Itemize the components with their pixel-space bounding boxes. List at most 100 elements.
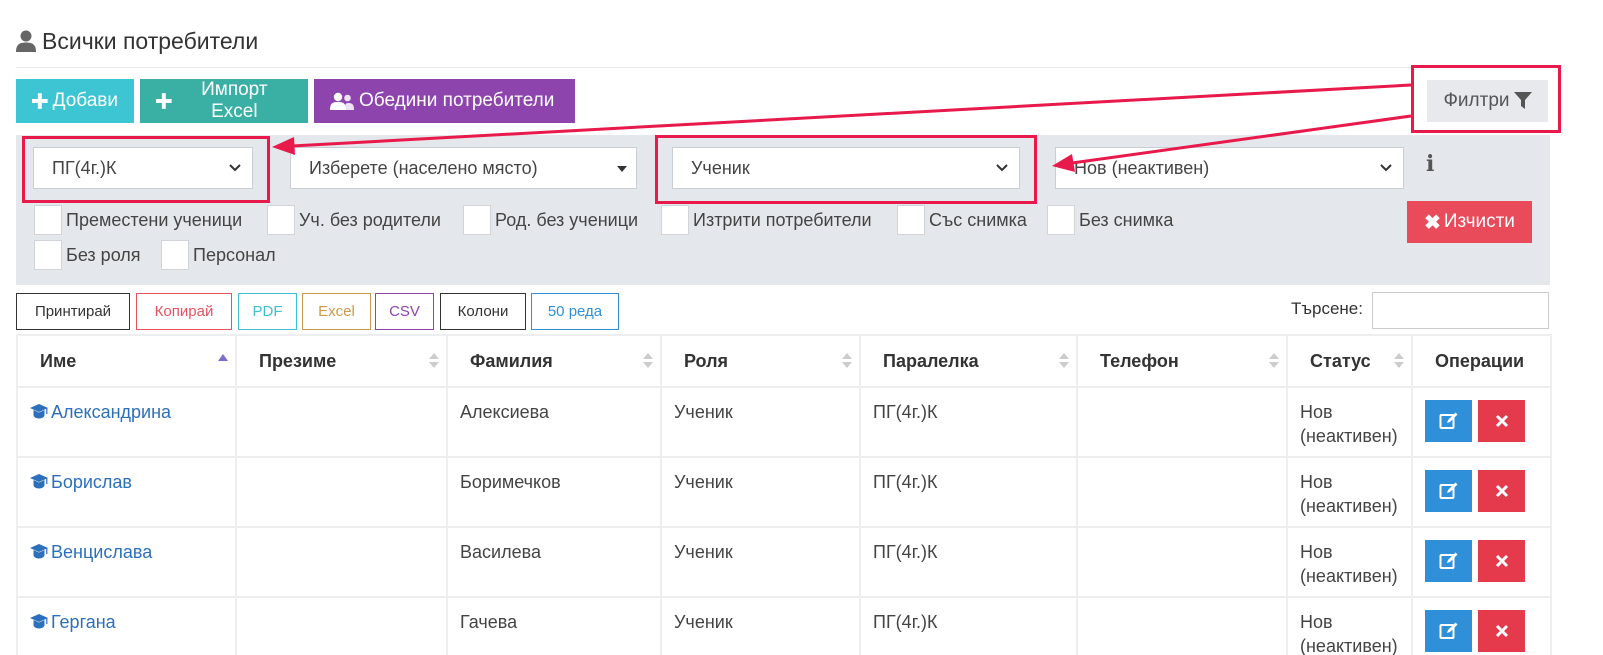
pdf-button[interactable]: PDF [238, 293, 297, 330]
checkbox-box[interactable] [161, 240, 189, 270]
delete-button[interactable] [1478, 470, 1525, 512]
cell-last-name: Гачева [446, 596, 662, 655]
user-name-text: Александрина [51, 402, 172, 422]
graduation-cap-icon [30, 474, 48, 489]
column-header-class[interactable]: Паралелка [859, 334, 1078, 388]
checkbox-box[interactable] [34, 205, 62, 235]
edit-button[interactable] [1425, 540, 1472, 582]
plus-icon [156, 93, 172, 109]
search-input[interactable] [1372, 292, 1549, 329]
cell-role: Ученик [660, 386, 861, 458]
column-header-status[interactable]: Статус [1286, 334, 1413, 388]
cell-operations [1411, 386, 1552, 458]
delete-button[interactable] [1478, 400, 1525, 442]
cell-status: Нов (неактивен) [1286, 456, 1413, 528]
cell-last-name: Боримечков [446, 456, 662, 528]
table-row: Венцислава Василева Ученик ПГ(4г.)К Нов (неа… [16, 526, 1552, 598]
checkbox-label: Преместени ученици [66, 209, 243, 230]
chevron-down-icon [996, 164, 1008, 172]
clear-filters-button[interactable]: ✖ Изчисти [1407, 201, 1532, 243]
checkbox-label: Със снимка [929, 209, 1027, 230]
edit-button[interactable] [1425, 470, 1472, 512]
checkbox-box[interactable] [463, 205, 491, 235]
cell-phone [1076, 596, 1288, 655]
times-icon [1495, 484, 1508, 498]
class-select[interactable]: ПГ(4г.)К [33, 147, 253, 189]
row-actions [1425, 470, 1538, 512]
page-length-button[interactable]: 50 реда [531, 293, 619, 330]
copy-button[interactable]: Копирай [136, 293, 232, 330]
checkbox-without-role[interactable]: Без роля [34, 240, 141, 270]
edit-icon [1439, 622, 1457, 639]
row-actions [1425, 540, 1538, 582]
column-header-middle-name[interactable]: Презиме [235, 334, 448, 388]
checkbox-box[interactable] [661, 205, 689, 235]
print-button[interactable]: Принтирай [16, 293, 130, 330]
user-name-link[interactable]: Борислав [30, 470, 223, 494]
import-excel-button[interactable]: Импорт Excel [140, 79, 308, 123]
checkbox-moved-students[interactable]: Преместени ученици [34, 205, 242, 235]
cell-role: Ученик [660, 456, 861, 528]
cell-status: Нов (неактивен) [1286, 386, 1413, 458]
delete-button[interactable] [1478, 610, 1525, 652]
sort-ascending-icon [218, 354, 228, 361]
row-actions [1425, 400, 1538, 442]
search-label: Търсене: [1291, 299, 1363, 318]
table-header-row: Име Презиме Фамилия Роля Паралелка Телеф… [16, 334, 1552, 388]
sort-icon [842, 353, 852, 368]
delete-button[interactable] [1478, 540, 1525, 582]
checkbox-deleted-users[interactable]: Изтрити потребители [661, 205, 872, 235]
cell-status: Нов (неактивен) [1286, 526, 1413, 598]
sort-icon [1269, 353, 1279, 368]
edit-button[interactable] [1425, 610, 1472, 652]
row-actions [1425, 610, 1538, 652]
checkbox-label: Род. без ученици [495, 209, 639, 230]
column-header-last-name[interactable]: Фамилия [446, 334, 662, 388]
add-button[interactable]: Добави [16, 79, 134, 123]
status-select[interactable]: Нов (неактивен) [1055, 147, 1404, 189]
cell-last-name: Алексиева [446, 386, 662, 458]
checkbox-box[interactable] [1047, 205, 1075, 235]
info-icon[interactable]: i [1426, 151, 1434, 177]
checkbox-without-photo[interactable]: Без снимка [1047, 205, 1173, 235]
checkbox-box[interactable] [897, 205, 925, 235]
checkbox-parents-without-students[interactable]: Род. без ученици [463, 205, 638, 235]
cell-first-name: Венцислава [16, 526, 237, 598]
table-row: Борислав Боримечков Ученик ПГ(4г.)К Нов (неа… [16, 456, 1552, 528]
clear-filters-label: Изчисти [1443, 211, 1515, 232]
role-select[interactable]: Ученик [672, 147, 1020, 189]
table-row: Гергана Гачева Ученик ПГ(4г.)К Нов (неактиве… [16, 596, 1552, 655]
checkbox-with-photo[interactable]: Със снимка [897, 205, 1027, 235]
cell-class: ПГ(4г.)К [859, 596, 1078, 655]
user-name-link[interactable]: Гергана [30, 610, 223, 634]
column-header-phone[interactable]: Телефон [1076, 334, 1288, 388]
filters-button[interactable]: Филтри [1427, 80, 1548, 122]
user-name-text: Гергана [51, 612, 116, 632]
column-header-first-name[interactable]: Име [16, 334, 237, 388]
chevron-down-icon [1380, 164, 1392, 172]
checkbox-label: Уч. без родители [299, 209, 441, 230]
user-name-link[interactable]: Венцислава [30, 540, 223, 564]
excel-button[interactable]: Excel [302, 293, 371, 330]
column-header-operations: Операции [1411, 334, 1552, 388]
checkbox-students-without-parents[interactable]: Уч. без родители [267, 205, 441, 235]
checkbox-staff[interactable]: Персонал [161, 240, 276, 270]
cell-class: ПГ(4г.)К [859, 456, 1078, 528]
city-select[interactable]: Изберете (населено място) [290, 147, 637, 189]
checkbox-box[interactable] [34, 240, 62, 270]
cell-phone [1076, 456, 1288, 528]
users-icon [330, 92, 354, 110]
column-header-role[interactable]: Роля [660, 334, 861, 388]
columns-button[interactable]: Колони [440, 293, 526, 330]
checkbox-label: Без снимка [1079, 209, 1174, 230]
checkbox-box[interactable] [267, 205, 295, 235]
column-header-label: Телефон [1100, 350, 1179, 371]
class-select-value: ПГ(4г.)К [52, 157, 117, 178]
user-name-link[interactable]: Александрина [30, 400, 223, 424]
edit-button[interactable] [1425, 400, 1472, 442]
sort-icon [429, 353, 439, 368]
merge-users-button[interactable]: Обедини потребители [314, 79, 575, 123]
page-title-text: Всички потребители [42, 27, 259, 54]
cell-last-name: Василева [446, 526, 662, 598]
csv-button[interactable]: CSV [375, 293, 434, 330]
